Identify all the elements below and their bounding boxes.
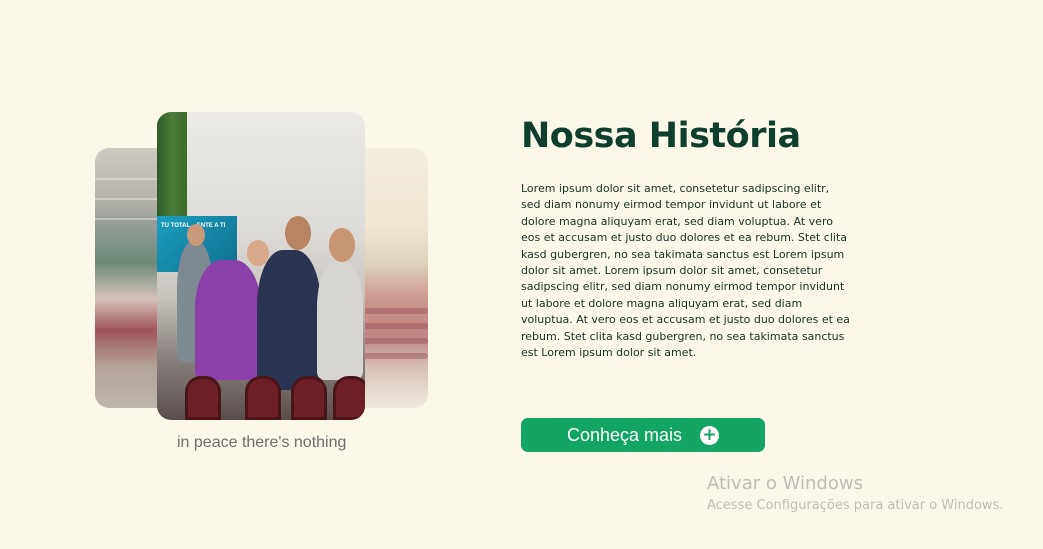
plus-circle-icon: + [700,425,720,445]
photo-gallery: TU TOTAL... ENTE A TI [95,112,430,422]
learn-more-label: Conheça mais [566,424,683,445]
photo-group-hug: TU TOTAL... ENTE A TI [157,112,365,420]
gallery-caption: in peace there's nothing [177,434,347,451]
windows-activation-title: Ativar o Windows [707,473,863,494]
plant-wall [157,112,187,222]
section-body-text: Lorem ipsum dolor sit amet, consetetur s… [521,182,850,360]
windows-activation-subtitle: Acesse Configurações para ativar o Windo… [707,498,1004,513]
section-title: Nossa História [521,116,801,156]
learn-more-button[interactable]: Conheça mais + [521,418,765,452]
